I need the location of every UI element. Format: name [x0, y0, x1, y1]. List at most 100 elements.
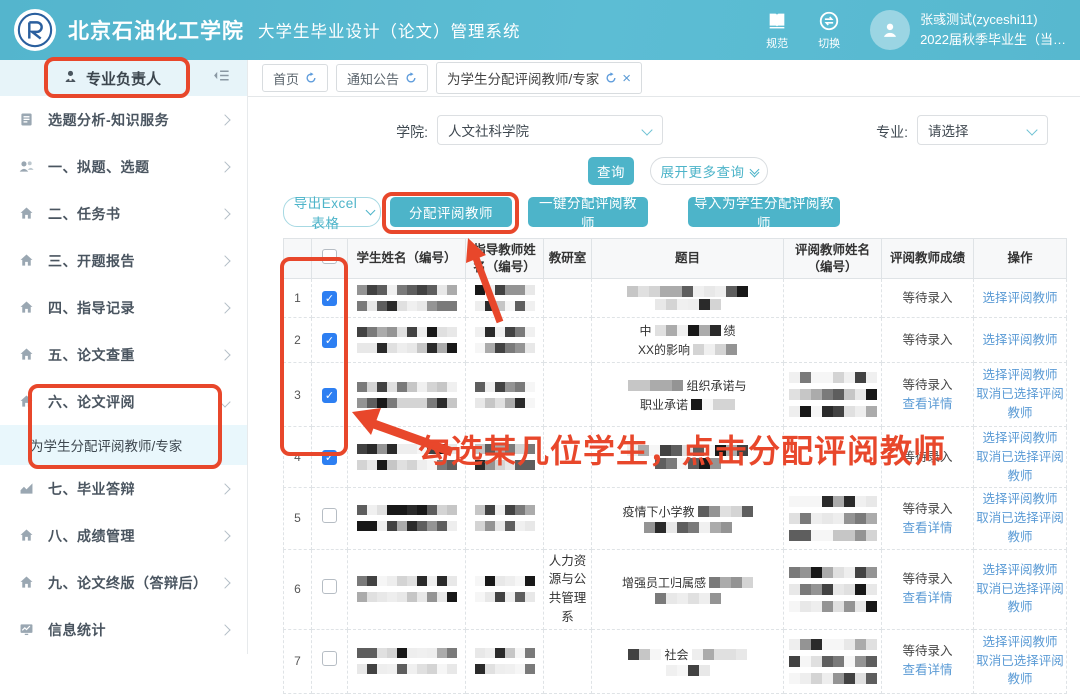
switch-icon — [818, 10, 840, 32]
operation-link[interactable]: 选择评阅教师 — [976, 633, 1064, 652]
avatar[interactable] — [870, 10, 910, 50]
chevron-down-icon — [219, 396, 230, 407]
sidebar-item[interactable]: 七、毕业答辩 — [0, 465, 247, 512]
import-assign-button[interactable]: 导入为学生分配评阅教师 — [688, 197, 840, 227]
assign-reviewer-button[interactable]: 分配评阅教师 — [390, 197, 512, 227]
app-header: 北京石油化工学院 大学生毕业设计（论文）管理系统 规范切换 张彧测试(zyces… — [0, 0, 1080, 60]
home-icon — [18, 299, 35, 316]
cell-title: 疫情下小学教 — [592, 488, 784, 549]
redacted-text — [350, 505, 463, 531]
sidebar-item[interactable]: 八、成绩管理 — [0, 512, 247, 559]
sidebar-item[interactable]: 选题分析-知识服务 — [0, 96, 247, 143]
title-fragment: 增强员工归属感 — [622, 574, 706, 591]
cell-reviewer-score: 等待录入查看详情 — [882, 363, 974, 427]
row-checkbox[interactable] — [322, 508, 337, 523]
sidebar-header: 专业负责人 — [0, 60, 247, 96]
operation-link[interactable]: 选择评阅教师 — [976, 561, 1064, 580]
operation-link[interactable]: 取消已选择评阅教师 — [976, 509, 1064, 547]
sidebar-item[interactable]: 二、任务书 — [0, 190, 247, 237]
cell-title: 中绩XX的影响 — [592, 318, 784, 363]
search-button[interactable]: 查询 — [588, 157, 634, 185]
cell-row-number: 3 — [284, 363, 312, 427]
user-name: 张彧测试(zyceshi11) — [920, 10, 1066, 30]
table-row: 4✓等待录入选择评阅教师取消已选择评阅教师 — [284, 427, 1067, 488]
row-checkbox[interactable]: ✓ — [322, 450, 337, 465]
college-select-value: 人文社科学院 — [448, 120, 529, 140]
row-checkbox[interactable]: ✓ — [322, 291, 337, 306]
operation-link[interactable]: 选择评阅教师 — [976, 490, 1064, 509]
cell-title — [592, 427, 784, 488]
cell-reviewer-score: 等待录入查看详情 — [882, 629, 974, 693]
person-icon — [62, 68, 86, 89]
close-icon[interactable]: × — [622, 71, 631, 86]
sidebar-item[interactable]: 三、开题报告 — [0, 237, 247, 284]
refresh-icon[interactable] — [605, 72, 617, 84]
operation-link[interactable]: 选择评阅教师 — [976, 429, 1064, 448]
cell-department: 人力资源与公共管理系 — [544, 549, 592, 629]
chevron-right-icon — [219, 208, 230, 219]
row-checkbox[interactable]: ✓ — [322, 388, 337, 403]
collapse-sidebar-icon[interactable] — [212, 66, 231, 90]
sidebar-item[interactable]: 一、拟题、选题 — [0, 143, 247, 190]
sidebar-subitem[interactable]: 为学生分配评阅教师/专家 — [0, 425, 247, 465]
header-action-切换[interactable]: 切换 — [818, 10, 840, 51]
redacted-text — [350, 576, 463, 602]
one-click-assign-button[interactable]: 一键分配评阅教师 — [528, 197, 648, 227]
operation-link[interactable]: 取消已选择评阅教师 — [976, 385, 1064, 423]
sidebar-item-label: 九、论文终版（答辩后） — [48, 573, 221, 593]
cell-checkbox: ✓ — [312, 427, 348, 488]
cell-instructor-name — [466, 279, 544, 318]
tab-首页[interactable]: 首页 — [262, 64, 328, 92]
operation-link[interactable]: 选择评阅教师 — [976, 366, 1064, 385]
sidebar-item-label: 七、毕业答辩 — [48, 479, 221, 499]
redacted-text — [350, 444, 463, 470]
redacted-text — [627, 286, 748, 297]
view-detail-link[interactable]: 查看详情 — [884, 589, 971, 608]
sidebar-item[interactable]: 五、论文查重 — [0, 331, 247, 378]
view-detail-link[interactable]: 查看详情 — [884, 519, 971, 538]
main-content: 首页通知公告为学生分配评阅教师/专家× 学院: 人文社科学院 专业: 请选择 查… — [248, 60, 1080, 654]
operation-link[interactable]: 取消已选择评阅教师 — [976, 448, 1064, 486]
chevron-down-icon — [367, 211, 374, 214]
title-fragment: 职业承诺 — [640, 396, 688, 413]
export-excel-button[interactable]: 导出Excel表格 — [283, 197, 381, 227]
sidebar-item-label: 二、任务书 — [48, 204, 221, 224]
refresh-icon[interactable] — [405, 72, 417, 84]
cell-reviewer-name — [784, 427, 882, 488]
row-checkbox[interactable]: ✓ — [322, 333, 337, 348]
operation-link[interactable]: 取消已选择评阅教师 — [976, 580, 1064, 618]
cell-student-name — [348, 549, 466, 629]
user-info[interactable]: 张彧测试(zyceshi11) 2022届秋季毕业生（当… — [920, 10, 1066, 50]
column-header — [284, 239, 312, 279]
row-checkbox[interactable] — [322, 651, 337, 666]
operation-link[interactable]: 选择评阅教师 — [976, 331, 1064, 350]
cell-student-name — [348, 318, 466, 363]
major-select[interactable]: 请选择 — [917, 115, 1048, 145]
users-icon — [18, 158, 35, 175]
cell-reviewer-name — [784, 318, 882, 363]
row-checkbox[interactable] — [322, 579, 337, 594]
view-detail-link[interactable]: 查看详情 — [884, 661, 971, 680]
cell-reviewer-name — [784, 549, 882, 629]
tab-为学生分配评阅教师/专家[interactable]: 为学生分配评阅教师/专家× — [436, 62, 642, 94]
expand-more-button[interactable]: 展开更多查询 — [650, 157, 768, 185]
sidebar-item[interactable]: 九、论文终版（答辩后） — [0, 559, 247, 606]
redacted-text — [691, 399, 735, 410]
operation-link[interactable]: 选择评阅教师 — [976, 289, 1064, 308]
sidebar-item[interactable]: 六、论文评阅 — [0, 378, 247, 425]
cell-instructor-name — [466, 363, 544, 427]
sidebar: 专业负责人 选题分析-知识服务一、拟题、选题二、任务书三、开题报告四、指导记录五… — [0, 60, 248, 654]
cell-student-name — [348, 427, 466, 488]
college-select[interactable]: 人文社科学院 — [437, 115, 663, 145]
operation-link[interactable]: 取消已选择评阅教师 — [976, 652, 1064, 690]
redacted-text — [786, 496, 879, 541]
header-action-规范[interactable]: 规范 — [766, 10, 788, 51]
sidebar-item[interactable]: 信息统计 — [0, 606, 247, 653]
cell-reviewer-score: 等待录入 — [882, 318, 974, 363]
sidebar-item[interactable]: 四、指导记录 — [0, 284, 247, 331]
refresh-icon[interactable] — [305, 72, 317, 84]
header-checkbox[interactable] — [322, 249, 337, 264]
view-detail-link[interactable]: 查看详情 — [884, 395, 971, 414]
tab-通知公告[interactable]: 通知公告 — [336, 64, 428, 92]
redacted-text — [786, 567, 879, 612]
